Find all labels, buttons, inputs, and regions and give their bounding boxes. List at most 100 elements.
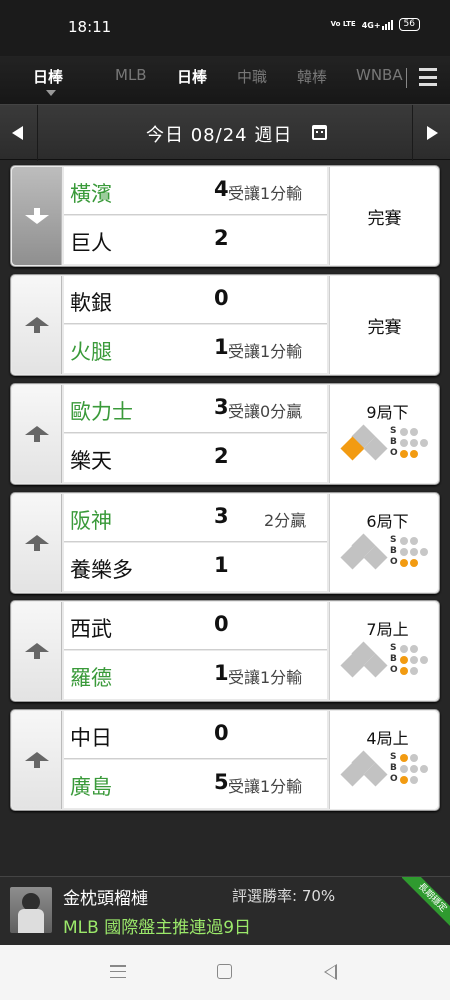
expand-button[interactable]	[12, 276, 62, 374]
arrow-left-icon	[12, 126, 23, 140]
prev-day-button[interactable]	[0, 105, 38, 161]
away-score: 3	[214, 504, 229, 528]
away-odds: 受讓1分輸	[228, 184, 303, 203]
ball-letter: B	[390, 437, 397, 447]
game-card[interactable]: 中日 0 廣島 5 受讓1分輸 4局上 S B O	[10, 709, 440, 811]
arrow-up-icon	[24, 535, 49, 551]
home-row: 巨人 2	[64, 216, 327, 264]
count-dot	[420, 764, 428, 773]
sbo-count: S B O	[390, 426, 428, 459]
away-score: 0	[214, 721, 229, 745]
count-dot	[420, 438, 428, 447]
count-dot	[410, 753, 418, 762]
bases-diamond-icon	[340, 533, 388, 573]
expert-banner[interactable]: 金枕頭榴槤 評選勝率: 70% MLB 國際盤主推連過9日 長期穩定	[0, 876, 450, 945]
collapse-button[interactable]	[12, 167, 62, 265]
clock: 18:11	[68, 18, 112, 36]
count-dot	[410, 427, 418, 436]
tab-kbo[interactable]: 韓棒	[297, 66, 327, 87]
tab-cpbl[interactable]: 中職	[237, 66, 267, 87]
home-row: 樂天 2	[64, 434, 327, 482]
expand-button[interactable]	[12, 494, 62, 592]
count-dot	[400, 547, 408, 556]
expert-name: 金枕頭榴槤	[63, 889, 148, 909]
tab-npb[interactable]: 日棒	[177, 66, 207, 87]
sbo-count: S B O	[390, 752, 428, 785]
away-row: 橫濱 4 受讓1分輸	[64, 167, 327, 215]
home-row: 羅德 1 受讓1分輸	[64, 651, 327, 699]
away-row: 西武 0	[64, 602, 327, 650]
expand-button[interactable]	[12, 711, 62, 809]
away-team: 中日	[70, 726, 112, 750]
away-odds: 2分贏	[264, 511, 307, 530]
game-status: 完賽	[329, 276, 438, 374]
count-dot	[410, 558, 418, 567]
count-dot	[410, 547, 418, 556]
menu-icon[interactable]	[419, 68, 437, 86]
count-dot	[400, 753, 408, 762]
inning-label: 4局上	[366, 729, 409, 748]
home-score: 5	[214, 770, 229, 794]
home-score: 2	[214, 226, 229, 250]
out-letter: O	[390, 448, 398, 458]
bases-diamond-icon	[340, 750, 388, 790]
strike-letter: S	[390, 643, 397, 653]
home-icon[interactable]	[217, 964, 232, 979]
away-team: 橫濱	[70, 182, 112, 206]
home-team: 廣島	[70, 775, 112, 799]
expand-button[interactable]	[12, 602, 62, 700]
ball-letter: B	[390, 763, 397, 773]
expand-button[interactable]	[12, 385, 62, 483]
arrow-up-icon	[24, 643, 49, 659]
count-dot	[400, 644, 408, 653]
final-label: 完賽	[367, 318, 402, 338]
game-card[interactable]: 橫濱 4 受讓1分輸 巨人 2 完賽	[10, 165, 440, 267]
recent-apps-icon[interactable]	[110, 965, 126, 978]
away-team: 軟銀	[70, 291, 112, 315]
dropdown-arrow-icon[interactable]	[46, 90, 56, 96]
strike-letter: S	[390, 535, 397, 545]
away-row: 軟銀 0	[64, 276, 327, 324]
out-letter: O	[390, 774, 398, 784]
game-card[interactable]: 西武 0 羅德 1 受讓1分輸 7局上 S B O	[10, 600, 440, 702]
away-row: 阪神 3 2分贏	[64, 494, 327, 542]
count-dot	[410, 644, 418, 653]
arrow-up-icon	[24, 426, 49, 442]
game-card[interactable]: 阪神 3 2分贏 養樂多 1 6局下 S B O	[10, 492, 440, 594]
count-dot	[410, 536, 418, 545]
game-card[interactable]: 歐力士 3 受讓0分贏 樂天 2 9局下 S B O	[10, 383, 440, 485]
home-team: 樂天	[70, 449, 112, 473]
back-icon[interactable]	[324, 964, 337, 980]
home-odds: 受讓1分輸	[228, 342, 303, 361]
count-dot	[400, 775, 408, 784]
count-dot	[400, 536, 408, 545]
home-team: 巨人	[70, 231, 112, 255]
date-bar: 今日 08/24 週日	[0, 104, 450, 161]
calendar-icon[interactable]	[312, 125, 327, 140]
home-odds: 受讓1分輸	[228, 777, 303, 796]
date-label[interactable]: 今日 08/24 週日	[146, 121, 292, 147]
tab-mlb[interactable]: MLB	[115, 66, 147, 84]
status-bar: 18:11 Vo LTE 4G+ 56	[0, 0, 450, 56]
game-status: 完賽	[329, 167, 438, 265]
count-dot	[400, 427, 408, 436]
home-row: 火腿 1 受讓1分輸	[64, 325, 327, 373]
strike-letter: S	[390, 752, 397, 762]
tab-divider	[406, 68, 407, 88]
count-dot	[410, 655, 418, 664]
count-dot	[410, 449, 418, 458]
away-odds: 受讓0分贏	[228, 402, 303, 421]
tab-current-league[interactable]: 日棒	[33, 66, 63, 87]
tab-wnba[interactable]: WNBA	[356, 66, 403, 84]
count-dot	[400, 655, 408, 664]
game-card[interactable]: 軟銀 0 火腿 1 受讓1分輸 完賽	[10, 274, 440, 376]
home-score: 1	[214, 661, 229, 685]
inning-label: 9局下	[366, 403, 409, 422]
home-score: 1	[214, 335, 229, 359]
away-score: 0	[214, 286, 229, 310]
expert-message: MLB 國際盤主推連過9日	[63, 918, 252, 938]
bases-diamond-icon	[340, 424, 388, 464]
count-dot	[420, 655, 428, 664]
next-day-button[interactable]	[412, 105, 450, 161]
count-dot	[410, 666, 418, 675]
